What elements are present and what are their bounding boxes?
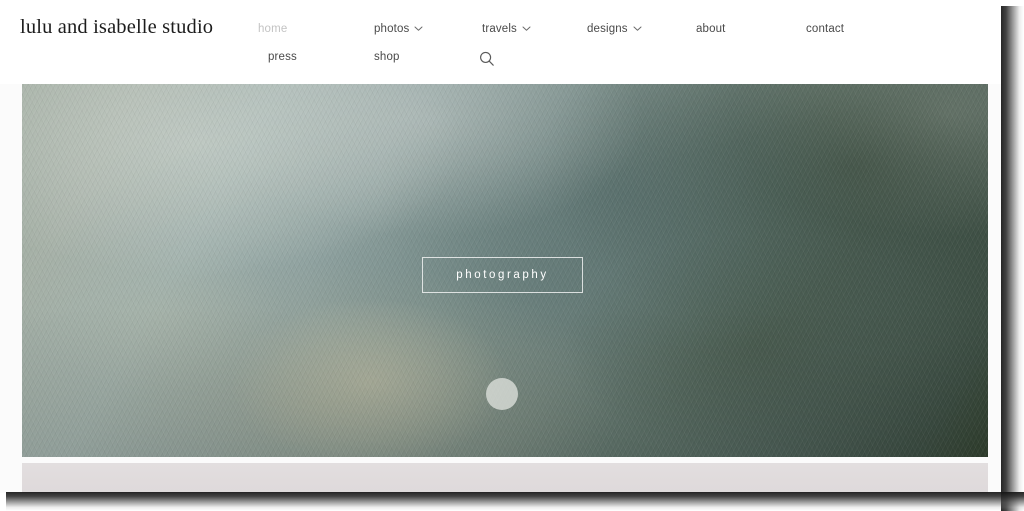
nav-item-label: about xyxy=(696,23,726,35)
nav-item-label: photos xyxy=(374,23,410,35)
nav-item-designs[interactable]: designs xyxy=(587,23,642,35)
nav-item-home[interactable]: home xyxy=(258,23,287,35)
nav-item-shop[interactable]: shop xyxy=(374,51,400,63)
page-right-gutter xyxy=(988,84,1002,493)
nav-item-label: home xyxy=(258,23,288,35)
chevron-down-icon xyxy=(633,24,642,33)
window-shadow-bottom xyxy=(6,492,1024,511)
nav-item-label: press xyxy=(268,51,297,63)
photography-button-label: photography xyxy=(456,269,549,281)
chevron-down-icon xyxy=(414,24,423,33)
photography-button[interactable]: photography xyxy=(422,257,583,293)
window-shadow-right xyxy=(1001,6,1024,511)
site-logo[interactable]: lulu and isabelle studio xyxy=(20,16,213,39)
search-button[interactable] xyxy=(478,50,496,68)
browser-viewport: lulu and isabelle studio home photos trave… xyxy=(0,0,1002,493)
nav-item-travels[interactable]: travels xyxy=(482,23,531,35)
nav-item-about[interactable]: about xyxy=(696,23,726,35)
nav-item-label: contact xyxy=(806,23,845,35)
site-header: lulu and isabelle studio home photos trave… xyxy=(0,0,1002,84)
nav-item-contact[interactable]: contact xyxy=(806,23,844,35)
search-icon xyxy=(478,50,496,68)
chevron-down-icon xyxy=(522,24,531,33)
nav-item-photos[interactable]: photos xyxy=(374,23,423,35)
page-left-gutter xyxy=(0,84,22,493)
hero-banner: photography xyxy=(22,84,988,457)
nav-item-label: travels xyxy=(482,23,517,35)
below-hero-section xyxy=(22,463,988,493)
scroll-down-dot-icon[interactable] xyxy=(486,378,518,410)
nav-item-press[interactable]: press xyxy=(268,51,297,63)
nav-item-label: designs xyxy=(587,23,628,35)
nav-item-label: shop xyxy=(374,51,400,63)
